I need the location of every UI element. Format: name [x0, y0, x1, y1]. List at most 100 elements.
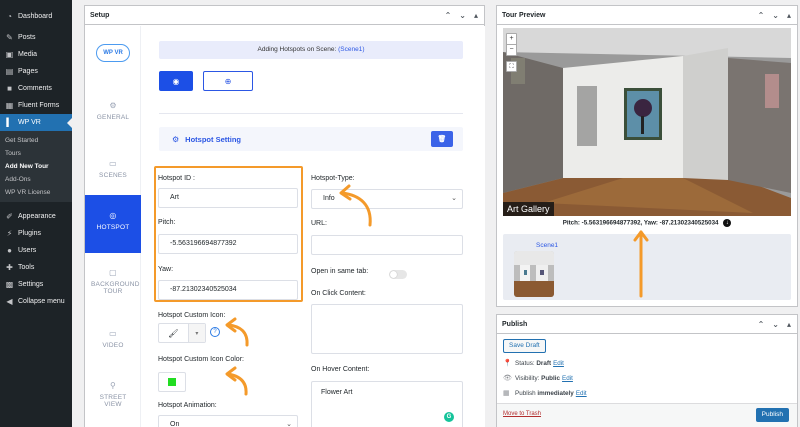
tab-hotspot[interactable]: ◎ HOTSPOT — [85, 195, 141, 253]
edit-visibility-link[interactable]: Edit — [562, 375, 573, 382]
edit-publish-time-link[interactable]: Edit — [576, 390, 587, 397]
hotspot-content: Adding Hotspots on Scene: (Scene1) ◉ ⊕ ⚙… — [141, 26, 485, 427]
move-to-trash-link[interactable]: Move to Trash — [503, 411, 541, 417]
grammarly-icon[interactable]: G — [444, 412, 454, 422]
custom-icon-picker[interactable]: 🖌 ▾ — [158, 323, 206, 343]
pitch-yaw-readout: Pitch: -5.563196694877392, Yaw: -87.2130… — [497, 219, 797, 227]
move-down-icon[interactable]: ⌄ — [772, 320, 779, 329]
zoom-out-button[interactable]: − — [507, 45, 516, 55]
wp-vr-submenu: Get Started Tours Add New Tour Add-Ons W… — [0, 131, 72, 202]
move-down-icon[interactable]: ⌄ — [772, 11, 779, 20]
menu-collapse[interactable]: ◀ Collapse menu — [0, 293, 72, 310]
menu-wp-vr[interactable]: ▍ WP VR — [0, 114, 72, 131]
scene-thumbnail-image — [514, 251, 554, 297]
collapse-toggle-icon[interactable]: ▴ — [474, 11, 478, 20]
menu-posts[interactable]: ✎ Posts — [0, 29, 72, 46]
menu-users[interactable]: ● Users — [0, 242, 72, 259]
gear-icon: ⚙ — [109, 101, 117, 110]
edit-status-link[interactable]: Edit — [553, 360, 564, 367]
setup-title: Setup — [90, 11, 110, 19]
collapse-toggle-icon[interactable]: ▴ — [787, 320, 791, 329]
publish-button[interactable]: Publish — [755, 408, 789, 422]
on-hover-content-textarea[interactable]: Flower Art G — [311, 381, 463, 427]
animation-select[interactable]: On ⌄ — [158, 415, 298, 427]
menu-tools[interactable]: ✚ Tools — [0, 259, 72, 276]
vr-icon: ▍ — [6, 118, 13, 127]
chevron-down-icon: ⌄ — [286, 421, 292, 427]
on-click-content-textarea[interactable] — [311, 304, 463, 354]
menu-plugins[interactable]: ⚡ Plugins — [0, 225, 72, 242]
pitch-input[interactable]: -5.563196694877392 — [158, 234, 298, 254]
scene-thumbnail[interactable] — [514, 251, 554, 297]
hotspot-tab-button[interactable]: ◉ — [159, 71, 193, 91]
move-up-icon[interactable]: ⌃ — [445, 11, 452, 20]
brush-icon: ✐ — [6, 212, 13, 221]
icon-color-picker[interactable] — [158, 372, 186, 392]
chevron-down-icon: ⌄ — [451, 195, 457, 202]
submenu-add-ons[interactable]: Add-Ons — [0, 173, 72, 186]
hotspot-id-input[interactable]: Art — [158, 188, 298, 208]
move-up-icon[interactable]: ⌃ — [758, 320, 765, 329]
publish-time-row: ▦ Publish immediately Edit — [503, 389, 587, 398]
toggle-knob — [390, 271, 397, 278]
zoom-in-button[interactable]: + — [507, 34, 516, 45]
download-icon[interactable]: ↓ — [723, 219, 732, 227]
open-same-tab-toggle[interactable] — [389, 270, 407, 279]
url-input[interactable] — [311, 235, 463, 255]
user-icon: ● — [7, 246, 12, 255]
add-hotspot-button[interactable]: ⊕ — [203, 71, 253, 91]
publish-title: Publish — [502, 320, 528, 328]
move-down-icon[interactable]: ⌄ — [459, 11, 466, 20]
submenu-tours[interactable]: Tours — [0, 147, 72, 160]
plus-circle-icon: ⊕ — [224, 76, 232, 86]
fullscreen-button[interactable]: ⛶ — [506, 61, 517, 72]
scene-gallery: Scene1 — [503, 234, 791, 300]
publish-actions: Move to Trash Publish — [497, 403, 797, 427]
url-label: URL: — [311, 220, 327, 227]
delete-hotspot-button[interactable]: 🗑 — [431, 131, 453, 147]
setup-header: Setup ⌃ ⌄ ▴ — [85, 6, 484, 25]
yaw-input[interactable]: -87.21302340525034 — [158, 280, 298, 300]
help-icon[interactable]: ? — [210, 327, 220, 337]
chevron-down-icon[interactable]: ▾ — [187, 324, 205, 342]
submenu-add-new-tour[interactable]: Add New Tour — [0, 160, 72, 173]
street-view-icon: ⚲ — [109, 381, 117, 390]
hotspot-type-select[interactable]: Info ⌄ — [311, 189, 463, 209]
menu-fluent-forms[interactable]: ▦ Fluent Forms — [0, 97, 72, 114]
custom-icon-label: Hotspot Custom Icon: — [158, 312, 226, 319]
collapse-icon: ◀ — [6, 297, 13, 306]
menu-appearance[interactable]: ✐ Appearance — [0, 208, 72, 225]
tab-scenes[interactable]: ▭ SCENES — [85, 154, 141, 194]
tour-preview-title: Tour Preview — [502, 11, 546, 19]
tab-street-view[interactable]: ⚲ STREET VIEW — [85, 378, 141, 418]
menu-pages[interactable]: ▤ Pages — [0, 63, 72, 80]
save-draft-button[interactable]: Save Draft — [503, 339, 546, 353]
yaw-label: Yaw: — [158, 266, 174, 273]
publish-header: Publish ⌃ ⌄ ▴ — [497, 315, 797, 334]
eye-icon: 👁 — [503, 375, 512, 382]
tab-background-tour[interactable]: ▢ BACKGROUND TOUR — [85, 264, 141, 304]
zoom-control: + − — [506, 33, 517, 56]
wrench-icon: ✚ — [6, 263, 13, 272]
submenu-license[interactable]: WP VR License — [0, 186, 72, 199]
trash-icon: 🗑 — [437, 136, 447, 143]
menu-comments[interactable]: ■ Comments — [0, 80, 72, 97]
scene-thumb-label: Scene1 — [536, 242, 559, 249]
video-camera-icon: ▭ — [109, 329, 117, 338]
calendar-icon: ▦ — [503, 390, 510, 397]
tab-video[interactable]: ▭ VIDEO — [85, 326, 141, 356]
fullscreen-icon: ⛶ — [509, 64, 514, 70]
menu-media[interactable]: ▣ Media — [0, 46, 72, 63]
image-icon: ▭ — [109, 159, 117, 168]
submenu-get-started[interactable]: Get Started — [0, 134, 72, 147]
target-icon: ◉ — [172, 76, 180, 86]
menu-settings[interactable]: ▩ Settings — [0, 276, 72, 293]
panorama-viewer[interactable]: + − ⛶ Art Gallery — [503, 28, 791, 216]
move-up-icon[interactable]: ⌃ — [758, 11, 765, 20]
menu-dashboard[interactable]: ◔ Dashboard — [0, 8, 72, 25]
gallery-panorama-image — [503, 28, 791, 216]
hotspot-id-label: Hotspot ID : — [158, 175, 195, 182]
collapse-toggle-icon[interactable]: ▴ — [787, 11, 791, 20]
tab-general[interactable]: ⚙ GENERAL — [85, 96, 141, 136]
page-icon: ▤ — [5, 67, 14, 76]
